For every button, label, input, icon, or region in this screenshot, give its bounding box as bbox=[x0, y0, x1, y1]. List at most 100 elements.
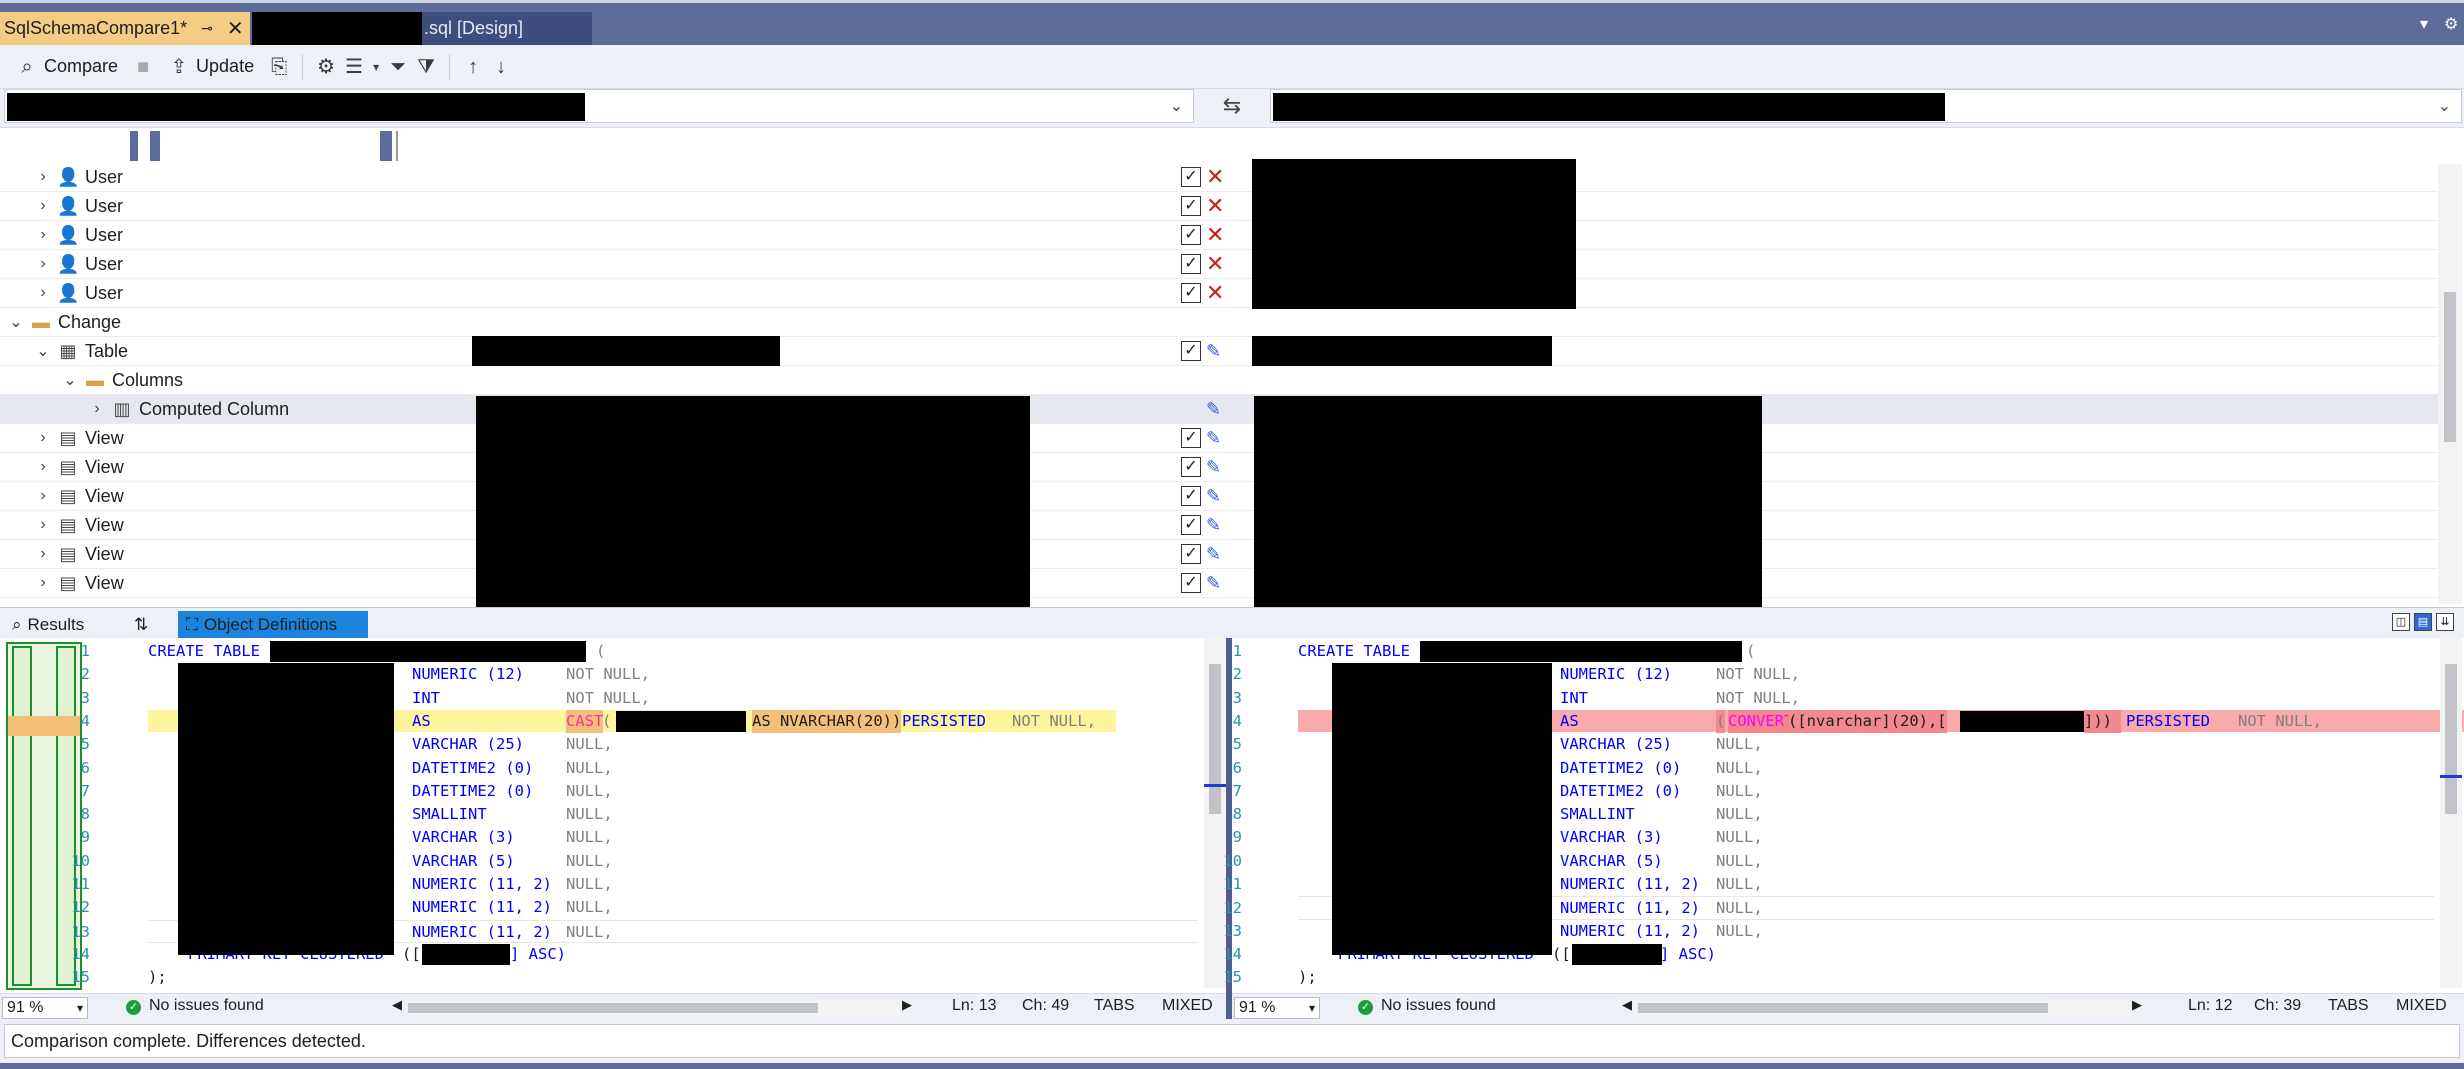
issues-indicator[interactable]: ✓ No issues found bbox=[126, 997, 264, 1015]
chevron-down-icon[interactable]: ⌄ bbox=[62, 370, 78, 390]
code-type: INT bbox=[1560, 688, 1588, 707]
grid-row[interactable]: ⌄ ▬ Columns bbox=[0, 366, 2440, 395]
include-checkbox[interactable]: ✓ bbox=[1181, 515, 1201, 535]
code-type: VARCHAR (25) bbox=[1560, 735, 1672, 754]
editor-horizontal-scrollbar[interactable] bbox=[408, 1000, 904, 1016]
source-selector[interactable]: ⌄ bbox=[4, 89, 1194, 123]
grid-row[interactable]: › ▤ View ✓ ✎ bbox=[0, 482, 2440, 511]
code-nullability: NULL, bbox=[1716, 805, 1763, 824]
filter-clear-icon[interactable]: ⧩ bbox=[415, 56, 437, 78]
chevron-down-icon[interactable]: ⌄ bbox=[8, 312, 24, 332]
chevron-down-icon[interactable]: ⌄ bbox=[35, 341, 51, 361]
group-results-icon[interactable]: ☰ bbox=[343, 56, 365, 78]
swap-source-target-button[interactable]: ⇆ bbox=[1198, 89, 1266, 123]
tab-results[interactable]: ⌕ Results bbox=[4, 611, 92, 638]
scroll-right-icon[interactable]: ▶ bbox=[902, 997, 912, 1013]
close-icon[interactable]: ✕ bbox=[227, 16, 244, 41]
chevron-right-icon[interactable]: › bbox=[35, 226, 51, 244]
tab-design-file[interactable]: .sql [Design] bbox=[252, 12, 592, 45]
include-checkbox[interactable]: ✓ bbox=[1181, 457, 1201, 477]
include-checkbox[interactable]: ✓ bbox=[1181, 486, 1201, 506]
code-type: DATETIME2 (0) bbox=[412, 758, 534, 777]
view-icon: ▤ bbox=[59, 544, 77, 564]
grid-row[interactable]: › ▤ View ✓ ✎ bbox=[0, 569, 2440, 598]
chevron-right-icon[interactable]: › bbox=[35, 574, 51, 592]
tab-dropdown-icon[interactable]: ▾ bbox=[2420, 14, 2428, 34]
include-checkbox[interactable]: ✓ bbox=[1181, 196, 1201, 216]
grid-row[interactable]: › 👤 User ✓ ✕ bbox=[0, 192, 2440, 221]
code-nullability: NULL, bbox=[566, 898, 613, 917]
grid-row[interactable]: › 👤 User ✓ ✕ bbox=[0, 250, 2440, 279]
grid-row[interactable]: ⌄ ▦ Table ✓ ✎ bbox=[0, 337, 2440, 366]
zoom-selector[interactable]: 91 % ▾ bbox=[2, 997, 88, 1019]
previous-change-icon[interactable]: ↑ bbox=[462, 56, 484, 78]
include-checkbox[interactable]: ✓ bbox=[1181, 573, 1201, 593]
code-keyword: AS bbox=[412, 711, 431, 730]
target-code-editor[interactable]: 1 CREATE TABLE (2 NUMERIC (12) NOT NULL, 3 INT… bbox=[1223, 638, 2464, 991]
update-button[interactable]: ⇪ Update bbox=[160, 52, 262, 82]
source-code-editor[interactable]: 1 CREATE TABLE (2 NUMERIC (12) NOT NULL, 3 INT… bbox=[0, 638, 1226, 991]
stop-icon[interactable]: ■ bbox=[132, 56, 154, 78]
chevron-right-icon[interactable]: › bbox=[35, 429, 51, 447]
include-checkbox[interactable]: ✓ bbox=[1181, 283, 1201, 303]
editor-vertical-scrollbar[interactable] bbox=[2440, 638, 2462, 988]
grid-row[interactable]: › ▤ View ✓ ✎ bbox=[0, 453, 2440, 482]
scroll-left-icon[interactable]: ◀ bbox=[392, 997, 402, 1013]
change-action-icon: ✎ bbox=[1206, 427, 1222, 448]
scroll-left-icon[interactable]: ◀ bbox=[1622, 997, 1632, 1013]
chevron-right-icon[interactable]: › bbox=[35, 516, 51, 534]
include-checkbox[interactable]: ✓ bbox=[1181, 225, 1201, 245]
chevron-right-icon[interactable]: › bbox=[35, 284, 51, 302]
compare-button[interactable]: ⌕ Compare bbox=[8, 52, 126, 82]
grid-row[interactable]: › ▥ Computed Column ✎ bbox=[0, 395, 2440, 424]
chevron-down-icon[interactable]: ⌄ bbox=[2438, 96, 2451, 116]
line-number: 5 bbox=[1232, 735, 1242, 754]
column-resizer[interactable] bbox=[130, 131, 138, 161]
chevron-right-icon[interactable]: › bbox=[89, 400, 105, 418]
next-change-icon[interactable]: ↓ bbox=[490, 56, 512, 78]
column-resizer[interactable] bbox=[380, 131, 392, 161]
settings-icon[interactable]: ⚙ bbox=[2444, 14, 2458, 34]
grid-vertical-scrollbar[interactable] bbox=[2438, 164, 2462, 604]
tab-label: Results bbox=[27, 614, 85, 634]
zoom-selector[interactable]: 91 % ▾ bbox=[1234, 997, 1320, 1019]
pin-icon[interactable]: ⊸ bbox=[201, 20, 213, 37]
side-by-side-icon[interactable]: ◫ bbox=[2392, 613, 2410, 631]
chevron-down-icon[interactable]: ▾ bbox=[371, 56, 381, 78]
code-line: 15); bbox=[0, 966, 1226, 989]
include-checkbox[interactable]: ✓ bbox=[1181, 544, 1201, 564]
grid-row[interactable]: › ▤ View ✓ ✎ bbox=[0, 511, 2440, 540]
grid-row[interactable]: › 👤 User ✓ ✕ bbox=[0, 163, 2440, 192]
chevron-right-icon[interactable]: › bbox=[35, 197, 51, 215]
stacked-view-icon[interactable]: ▤ bbox=[2414, 613, 2432, 631]
include-checkbox[interactable]: ✓ bbox=[1181, 341, 1201, 361]
chevron-right-icon[interactable]: › bbox=[35, 458, 51, 476]
generate-script-icon[interactable]: ⎘ bbox=[268, 56, 290, 78]
chevron-right-icon[interactable]: › bbox=[35, 168, 51, 186]
grid-row[interactable]: › 👤 User ✓ ✕ bbox=[0, 279, 2440, 308]
filter-icon[interactable]: ⏷ bbox=[387, 56, 409, 78]
grid-row[interactable]: ⌄ ▬ Change bbox=[0, 308, 2440, 337]
include-checkbox[interactable]: ✓ bbox=[1181, 167, 1201, 187]
chevron-right-icon[interactable]: › bbox=[35, 255, 51, 273]
issues-indicator[interactable]: ✓ No issues found bbox=[1358, 997, 1496, 1015]
column-resizer[interactable] bbox=[150, 131, 160, 161]
tab-label: Object Definitions bbox=[203, 614, 338, 634]
editor-horizontal-scrollbar[interactable] bbox=[1638, 1000, 2134, 1016]
scroll-right-icon[interactable]: ▶ bbox=[2132, 997, 2142, 1013]
include-checkbox[interactable]: ✓ bbox=[1181, 428, 1201, 448]
grid-row[interactable]: › 👤 User ✓ ✕ bbox=[0, 221, 2440, 250]
grid-row[interactable]: › ▤ View ✓ ✎ bbox=[0, 424, 2440, 453]
target-selector[interactable]: ⌄ bbox=[1270, 89, 2462, 123]
grid-row[interactable]: › ▤ View ✓ ✎ bbox=[0, 540, 2440, 569]
chevron-down-icon[interactable]: ⌄ bbox=[1170, 96, 1183, 116]
sort-toggle-button[interactable]: ⇅ bbox=[126, 611, 156, 638]
chevron-right-icon[interactable]: › bbox=[35, 487, 51, 505]
collapse-icon[interactable]: ⇊ bbox=[2436, 613, 2454, 631]
change-action-icon: ✎ bbox=[1206, 572, 1222, 593]
options-gear-icon[interactable]: ⚙ bbox=[315, 56, 337, 78]
tab-object-definitions[interactable]: ⛶ Object Definitions bbox=[178, 611, 368, 638]
tab-schema-compare[interactable]: SqlSchemaCompare1* ⊸ ✕ bbox=[0, 12, 250, 45]
chevron-right-icon[interactable]: › bbox=[35, 545, 51, 563]
include-checkbox[interactable]: ✓ bbox=[1181, 254, 1201, 274]
